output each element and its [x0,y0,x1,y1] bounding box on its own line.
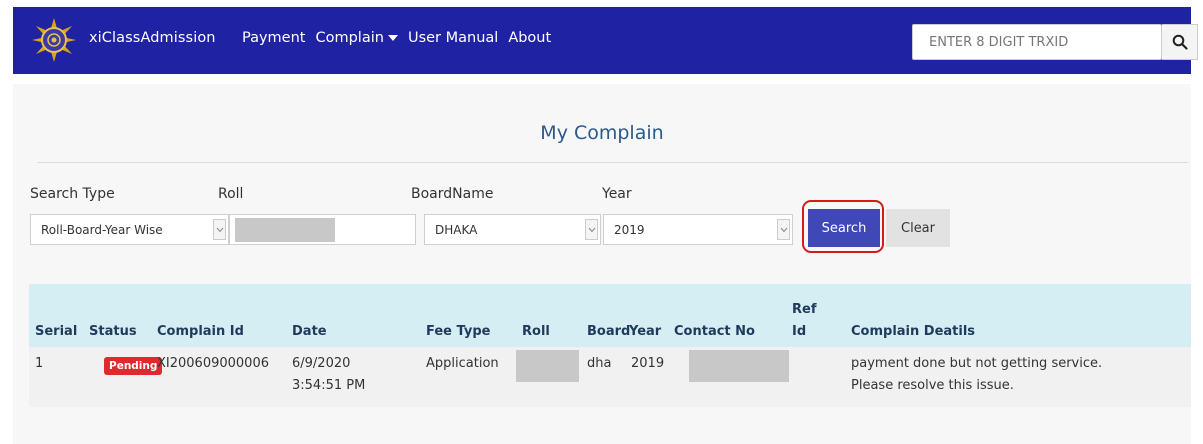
title-divider [37,162,1188,163]
logo-icon[interactable] [31,17,77,63]
roll-redacted [235,218,335,242]
chevron-down-icon [777,219,790,240]
roll-input[interactable] [229,214,416,245]
board-value: DHAKA [435,222,478,237]
col-contact-no: Contact No [674,324,755,339]
board-name-label: BoardName [411,186,494,202]
cell-fee-type: Application [426,356,499,371]
contact-cell-redacted [689,350,789,382]
top-navbar: xiClassAdmission Payment Complain User M… [13,7,1198,74]
nav-menu: Payment Complain User Manual About [242,30,561,46]
roll-label: Roll [218,186,244,202]
col-board: Board [587,324,631,339]
nav-payment[interactable]: Payment [242,30,305,46]
table-header: Serial Status Complain Id Date Fee Type … [29,284,1191,347]
col-ref-line1: Ref [792,302,817,317]
page-title: My Complain [540,122,664,144]
nav-complain-label: Complain [315,30,384,46]
col-year: Year [629,324,662,339]
search-type-label: Search Type [30,186,115,202]
nav-about[interactable]: About [508,30,551,46]
search-type-value: Roll-Board-Year Wise [41,222,163,237]
complain-panel: My Complain Search Type Roll BoardName Y… [13,84,1191,444]
status-badge: Pending [104,357,163,375]
clear-button[interactable]: Clear [886,209,950,247]
col-date: Date [292,324,327,339]
cell-serial: 1 [35,356,44,371]
caret-down-icon [387,35,398,41]
table-row: 1 Pending XI200609000006 6/9/2020 3:54:5… [29,347,1191,407]
year-label: Year [602,186,632,202]
trxid-search-button[interactable] [1162,24,1198,60]
col-complain-details: Complain Deatils [851,324,976,339]
col-ref-line2: Id [792,324,807,339]
roll-cell-redacted [516,350,579,382]
col-serial: Serial [35,324,78,339]
chevron-down-icon [213,219,226,240]
col-fee-type: Fee Type [426,324,491,339]
col-roll: Roll [522,324,550,339]
cell-year: 2019 [631,356,665,371]
cell-details-line1: payment done but not getting service. [851,356,1103,371]
nav-complain-dropdown[interactable]: Complain [315,30,398,46]
col-complain-id: Complain Id [157,324,244,339]
brand-link[interactable]: xiClassAdmission [89,30,216,46]
cell-date-line1: 6/9/2020 [292,356,351,371]
search-icon [1172,34,1188,50]
cell-details-line2: Please resolve this issue. [851,378,1014,393]
chevron-down-icon [585,219,598,240]
cell-board: dha [587,356,612,371]
year-select[interactable]: 2019 [603,214,793,245]
search-button-highlight [802,200,884,253]
col-status: Status [89,324,137,339]
year-value: 2019 [614,222,645,237]
search-type-select[interactable]: Roll-Board-Year Wise [30,214,229,245]
trxid-search-input[interactable] [912,24,1162,60]
board-select[interactable]: DHAKA [424,214,601,245]
cell-complain-id: XI200609000006 [157,356,269,371]
nav-user-manual[interactable]: User Manual [408,30,498,46]
cell-date-line2: 3:54:51 PM [292,378,366,393]
